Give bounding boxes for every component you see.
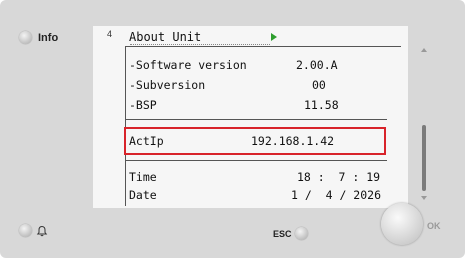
page-number: 4 bbox=[107, 29, 113, 39]
row-value: 00 bbox=[312, 78, 326, 92]
divider bbox=[125, 160, 387, 161]
list-item: -Subversion 00 bbox=[129, 78, 391, 94]
hmi-device: Info 4 About Unit -Software version 2.00… bbox=[0, 0, 465, 258]
alarm-button[interactable] bbox=[19, 224, 48, 237]
screen-title: About Unit bbox=[129, 30, 202, 44]
scroll-down-icon[interactable] bbox=[421, 196, 427, 200]
divider bbox=[125, 119, 387, 120]
ip-label: ActIp bbox=[129, 134, 164, 148]
clipped-row-remnant bbox=[130, 44, 270, 49]
date-row: Date 1 / 4 / 2026 bbox=[129, 188, 391, 204]
info-label: Info bbox=[38, 31, 59, 44]
ok-button[interactable] bbox=[381, 203, 423, 245]
time-row: Time 18 : 7 : 19 bbox=[129, 170, 391, 186]
time-value: 18 : 7 : 19 bbox=[297, 170, 381, 184]
row-value: 11.58 bbox=[304, 98, 339, 112]
ip-value: 192.168.1.42 bbox=[251, 134, 335, 148]
screen-left-rule bbox=[125, 46, 126, 206]
ok-label: OK bbox=[427, 221, 441, 231]
alarm-led-icon bbox=[19, 224, 32, 237]
scroll-up-icon[interactable] bbox=[421, 48, 427, 52]
play-arrow-icon[interactable] bbox=[271, 33, 277, 41]
bell-icon bbox=[36, 225, 48, 236]
list-item: -Software version 2.00.A bbox=[129, 58, 391, 74]
list-item: -BSP 11.58 bbox=[129, 98, 391, 114]
esc-label: ESC bbox=[273, 228, 292, 239]
ip-row[interactable]: ActIp 192.168.1.42 bbox=[129, 134, 391, 150]
row-label: -BSP bbox=[129, 98, 157, 112]
row-value: 2.00.A bbox=[296, 58, 338, 72]
info-button[interactable]: Info bbox=[19, 31, 58, 44]
scrollbar[interactable] bbox=[421, 48, 429, 203]
esc-led-icon bbox=[294, 227, 308, 240]
time-label: Time bbox=[129, 170, 157, 184]
info-led-icon bbox=[19, 31, 32, 44]
row-label: -Software version bbox=[129, 58, 247, 72]
date-value: 1 / 4 / 2026 bbox=[291, 188, 382, 202]
esc-button[interactable]: ESC bbox=[273, 227, 308, 240]
date-label: Date bbox=[129, 188, 157, 202]
scroll-thumb[interactable] bbox=[422, 125, 426, 191]
row-label: -Subversion bbox=[129, 78, 206, 92]
